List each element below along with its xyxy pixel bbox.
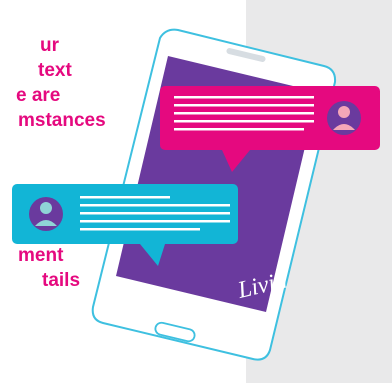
bubble-top-line: [174, 120, 314, 123]
bubble-bottom-line: [80, 204, 230, 207]
phone-chat-illustration: Livin: [12, 28, 380, 361]
user-avatar-icon: [327, 101, 361, 135]
bubble-bottom-line: [80, 220, 230, 223]
bubble-bottom-line: [80, 212, 230, 215]
bubble-top-line: [174, 96, 314, 99]
bubble-top-line: [174, 128, 304, 131]
user-avatar-icon: [29, 197, 63, 231]
bubble-top-line: [174, 104, 314, 107]
illustration-stage: ur text e are mstances ment tails Livin: [0, 0, 392, 383]
bubble-top-line: [174, 112, 314, 115]
bubble-bottom-line: [80, 196, 170, 199]
bubble-bottom-line: [80, 228, 200, 231]
